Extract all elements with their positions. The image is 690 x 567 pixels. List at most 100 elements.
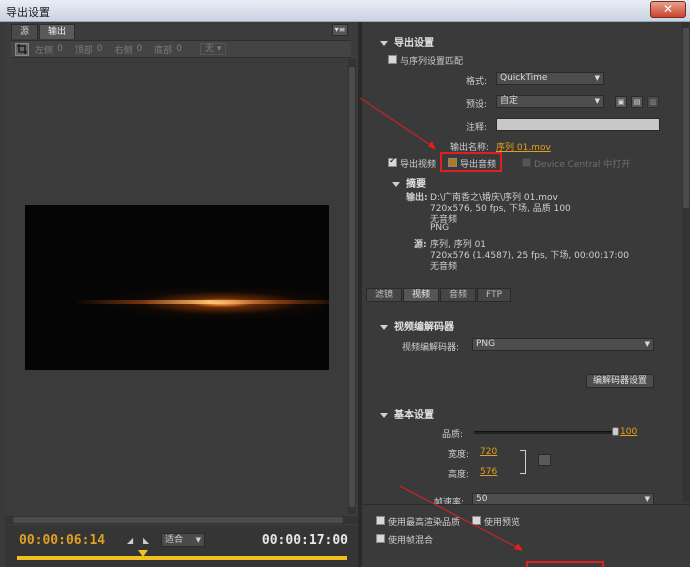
format-value: QuickTime [500,73,548,83]
disclosure-triangle-icon [392,181,400,187]
quality-value[interactable]: 100 [620,427,637,437]
use-preview-label: 使用预览 [484,518,521,528]
chevron-down-icon: ▼ [644,340,650,348]
crop-bottom-value[interactable]: 0 [176,44,182,54]
close-button[interactable]: ✕ [650,1,686,18]
summary-source-label: 源: [414,240,427,250]
tab-filters[interactable]: 滤镜 [366,288,403,302]
render-options-bar: 使用最高渲染品质 使用预览 使用帧混合 [362,504,690,567]
playhead-marker[interactable] [138,550,148,557]
crop-top-value[interactable]: 0 [97,44,103,54]
link-bracket [520,450,526,474]
preview-vertical-scrollbar[interactable] [348,59,356,514]
frame-blending-checkbox[interactable] [376,534,385,543]
timeline-bar: 00:00:06:14 ◢ ◣ 适合 ▼ 00:00:17:00 [5,525,358,567]
preview-horizontal-scrollbar[interactable] [5,516,358,524]
scroll-thumb[interactable] [349,67,355,507]
crop-right-label: 右侧 [114,45,133,56]
chevron-down-icon: ▼ [594,74,600,82]
frame-blending-label: 使用帧混合 [388,536,434,546]
video-preview-frame [25,205,329,370]
set-out-point-icon[interactable]: ◣ [143,536,153,546]
max-render-quality-label: 使用最高渲染品质 [388,518,461,528]
import-preset-icon[interactable]: ▤ [631,96,643,108]
height-label: 高度: [448,470,470,480]
source-output-panel: 源 输出 ▾≡ 左侧 0 顶部 0 右侧 0 底部 0 无 ▾ 00:00:06… [5,22,358,567]
comment-label: 注释: [466,123,488,133]
tab-audio[interactable]: 音频 [440,288,477,302]
basic-settings-header[interactable]: 基本设置 [380,406,434,421]
export-settings-header-label: 导出设置 [394,38,434,49]
crop-icon [17,44,27,54]
settings-scrollbar[interactable] [682,22,690,502]
summary-header-label: 摘要 [406,179,426,190]
scroll-thumb[interactable] [13,517,343,523]
video-codec-header[interactable]: 视频编解码器 [380,318,454,333]
preset-label: 预设: [466,100,488,110]
crop-aspect-dropdown[interactable]: 无 ▾ [200,43,227,55]
device-central-label: Device Central 中打开 [534,160,631,170]
export-video-checkbox[interactable] [388,156,397,167]
preset-dropdown[interactable]: 自定 ▼ [496,95,604,108]
quality-slider-knob[interactable] [612,427,619,436]
quality-label: 品质: [442,430,464,440]
save-preset-icon[interactable]: ▣ [615,96,627,108]
quality-slider-track[interactable] [474,431,616,434]
lens-flare-streak [75,300,329,304]
zoom-fit-dropdown[interactable]: 适合 ▼ [161,533,205,547]
height-value[interactable]: 576 [480,467,497,477]
width-label: 宽度: [448,450,470,460]
window-titlebar: 导出设置 ✕ [0,0,690,22]
video-codec-label: 视频编解码器: [402,343,460,353]
chevron-down-icon: ▼ [195,536,201,544]
scroll-thumb[interactable] [683,28,689,208]
source-output-tabs: 源 输出 [11,24,76,39]
current-timecode[interactable]: 00:00:06:14 [19,533,105,548]
total-duration-timecode: 00:00:17:00 [261,533,348,548]
video-codec-header-label: 视频编解码器 [394,322,454,333]
crop-right-value[interactable]: 0 [137,44,143,54]
disclosure-triangle-icon [380,40,388,46]
codec-settings-button[interactable]: 编解码器设置 [586,374,655,388]
width-value[interactable]: 720 [480,447,497,457]
summary-output-line: PNG [430,223,450,233]
video-codec-value: PNG [476,339,496,349]
crop-bottom-label: 底部 [154,45,173,56]
crop-toolbar: 左侧 0 顶部 0 右侧 0 底部 0 无 ▾ [11,40,351,58]
tab-source[interactable]: 源 [11,24,39,39]
delete-preset-icon[interactable]: ▥ [647,96,659,108]
tab-ftp[interactable]: FTP [477,288,511,302]
crop-left-value[interactable]: 0 [57,44,63,54]
format-dropdown[interactable]: QuickTime ▼ [496,72,604,85]
disclosure-triangle-icon [380,412,388,418]
tab-video[interactable]: 视频 [403,288,440,302]
comment-input[interactable] [496,118,660,131]
constrain-proportions-icon[interactable] [538,454,551,466]
crop-top-label: 顶部 [74,45,93,56]
export-settings-header[interactable]: 导出设置 [380,34,434,49]
format-label: 格式: [466,77,488,87]
summary-output-label: 输出: [406,193,428,203]
crop-tool-button[interactable] [15,42,29,56]
window-title: 导出设置 [6,6,50,19]
tab-output[interactable]: 输出 [39,24,76,39]
export-settings-panel: 导出设置 与序列设置匹配 格式: QuickTime ▼ 预设: 自定 ▼ ▣ ▤ … [362,22,690,567]
highlight-box-export-audio [440,152,502,172]
disclosure-triangle-icon [380,324,388,330]
settings-tabs: 滤镜 视频 音频 FTP [366,288,512,302]
summary-header[interactable]: 摘要 [392,175,426,190]
highlight-box-bottom [526,561,604,567]
zoom-fit-value: 适合 [165,535,184,545]
output-name-link[interactable]: 序列 01.mov [496,140,551,153]
panel-menu-button[interactable]: ▾≡ [332,24,348,36]
summary-source-line: 无音频 [430,262,458,272]
use-preview-checkbox[interactable] [472,516,481,525]
device-central-checkbox[interactable] [522,158,531,167]
timeline-scrubber[interactable] [17,556,347,560]
match-sequence-checkbox[interactable] [388,55,397,64]
set-in-point-icon[interactable]: ◢ [127,536,137,546]
max-render-quality-checkbox[interactable] [376,516,385,525]
summary-source-line: 720x576 (1.4587), 25 fps, 下场, 00:00:17:0… [430,251,630,261]
video-codec-dropdown[interactable]: PNG ▼ [472,338,654,351]
basic-settings-header-label: 基本设置 [394,410,434,421]
